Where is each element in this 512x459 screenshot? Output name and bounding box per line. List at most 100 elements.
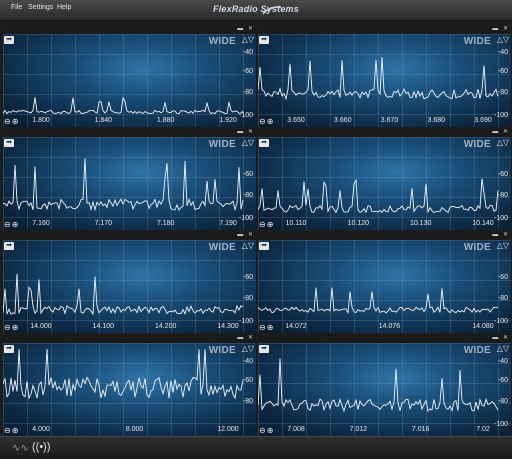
db-label: -60: [497, 274, 508, 281]
zoom-out-icon[interactable]: ⊖: [259, 426, 266, 435]
panadapter-panel-8[interactable]: ▬ ✕ ➡ WIDE △▽ ⊖⊕ -40 -60 -80 -100 7.008 7.012…: [258, 335, 511, 436]
freq-label: 14.300: [217, 323, 239, 330]
arrow-right-icon[interactable]: ➡: [259, 242, 269, 250]
freq-label: 1.840: [94, 117, 113, 124]
zoom-controls: ⊖⊕: [4, 426, 19, 435]
spectrum-display[interactable]: ➡ WIDE △▽ ⊖⊕ -60 -80 -100 7.160 7.170 7.180 7.…: [3, 137, 256, 230]
freq-label: 10.140: [472, 220, 494, 227]
minimize-icon[interactable]: ▬: [492, 232, 498, 238]
zoom-out-icon[interactable]: ⊖: [259, 323, 266, 332]
db-label: -100: [493, 112, 508, 119]
zoom-in-icon[interactable]: ⊕: [12, 426, 19, 435]
arrows-updown-icon[interactable]: △▽: [242, 139, 254, 147]
spectrum-line: [3, 273, 244, 316]
spectrum-display[interactable]: ➡ WIDE △▽ ⊖⊕ -60 -80 -100 14.072 14.076 14.08…: [258, 240, 511, 333]
panel-controls: ▬ ✕: [489, 232, 508, 239]
spectrum-display[interactable]: ➡ WIDE △▽ ⊖⊕ -60 -80 -100 10.110 10.120 10.13…: [258, 137, 511, 230]
zoom-controls: ⊖⊕: [259, 323, 274, 332]
zoom-in-icon[interactable]: ⊕: [12, 323, 19, 332]
db-label: -80: [242, 192, 253, 199]
spectrum-display[interactable]: ➡ WIDE △▽ ⊖⊕ -40 -60 -80 -100 7.008 7.012 7.01…: [258, 343, 511, 436]
zoom-out-icon[interactable]: ⊖: [259, 220, 266, 229]
freq-label: 3.660: [333, 117, 352, 124]
freq-label: 10.130: [409, 220, 432, 227]
minimize-icon[interactable]: ▬: [492, 26, 498, 32]
spectrum-line: [3, 348, 244, 400]
freq-label: 7.008: [287, 426, 305, 433]
minimize-icon[interactable]: ▬: [237, 232, 243, 238]
close-icon[interactable]: ✕: [503, 232, 508, 238]
minimize-icon[interactable]: ▬: [237, 129, 243, 135]
arrow-right-icon[interactable]: ➡: [4, 242, 14, 250]
arrows-updown-icon[interactable]: △▽: [497, 242, 509, 250]
close-icon[interactable]: ✕: [248, 232, 253, 238]
zoom-in-icon[interactable]: ⊕: [267, 117, 274, 126]
db-label: -60: [497, 171, 508, 178]
panadapter-panel-4[interactable]: ▬ ✕ ➡ WIDE △▽ ⊖⊕ -60 -80 -100 10.110 10.120 1…: [258, 129, 511, 230]
db-label: -80: [242, 89, 253, 96]
arrows-updown-icon[interactable]: △▽: [497, 345, 509, 353]
db-label: -80: [497, 89, 508, 96]
zoom-out-icon[interactable]: ⊖: [259, 117, 266, 126]
zoom-out-icon[interactable]: ⊖: [4, 220, 11, 229]
zoom-in-icon[interactable]: ⊕: [267, 323, 274, 332]
zoom-out-icon[interactable]: ⊖: [4, 323, 11, 332]
panadapter-panel-6[interactable]: ▬ ✕ ➡ WIDE △▽ ⊖⊕ -60 -80 -100 14.072 14.076 1…: [258, 232, 511, 333]
freq-label: 1.800: [32, 117, 50, 124]
zoom-in-icon[interactable]: ⊕: [12, 117, 19, 126]
arrows-updown-icon[interactable]: △▽: [242, 242, 254, 250]
freq-label: 3.670: [380, 117, 399, 124]
wide-label: WIDE: [463, 139, 491, 150]
spectrum-trace: [258, 178, 499, 214]
close-icon[interactable]: ✕: [248, 129, 253, 135]
wide-label: WIDE: [208, 242, 236, 253]
db-label: -40: [242, 358, 253, 365]
brand-logo: FlexRadio Systems: [213, 4, 299, 14]
arrows-updown-icon[interactable]: △▽: [497, 36, 509, 44]
close-icon[interactable]: ✕: [248, 335, 253, 341]
close-icon[interactable]: ✕: [503, 335, 508, 341]
arrow-right-icon[interactable]: ➡: [4, 139, 14, 147]
close-icon[interactable]: ✕: [248, 26, 253, 32]
panadapter-panel-7[interactable]: ▬ ✕ ➡ WIDE △▽ ⊖⊕ -40 -60 -80 4.000 8.000 12.0…: [3, 335, 256, 436]
zoom-in-icon[interactable]: ⊕: [267, 220, 274, 229]
zoom-in-icon[interactable]: ⊕: [267, 426, 274, 435]
minimize-icon[interactable]: ▬: [237, 335, 243, 341]
arrows-updown-icon[interactable]: △▽: [242, 36, 254, 44]
close-icon[interactable]: ✕: [503, 129, 508, 135]
arrow-right-icon[interactable]: ➡: [259, 36, 269, 44]
spectrum-display[interactable]: ➡ WIDE △▽ ⊖⊕ -40 -60 -80 4.000 8.000 12.000: [3, 343, 256, 436]
db-label: -80: [497, 192, 508, 199]
antenna-icon[interactable]: ((•)): [32, 441, 51, 453]
minimize-icon[interactable]: ▬: [492, 335, 498, 341]
zoom-out-icon[interactable]: ⊖: [4, 117, 11, 126]
panadapter-panel-2[interactable]: ▬ ✕ ➡ WIDE △▽ ⊖⊕ -40 -60 -80 -100 3.650 3.660…: [258, 26, 511, 127]
spectrum-line: [3, 158, 244, 212]
freq-label: 1.880: [156, 117, 175, 124]
wide-label: WIDE: [463, 242, 491, 253]
waveform-icon[interactable]: ∿∿: [12, 443, 29, 454]
panadapter-panel-5[interactable]: ▬ ✕ ➡ WIDE △▽ ⊖⊕ -60 -80 -100 14.000 14.100 1…: [3, 232, 256, 333]
spectrum-display[interactable]: ➡ WIDE △▽ ⊖⊕ -40 -60 -80 -100 3.650 3.660 3.67…: [258, 34, 511, 127]
db-label: -80: [242, 295, 253, 302]
spectrum-trace: [3, 158, 244, 212]
arrow-right-icon[interactable]: ➡: [4, 36, 14, 44]
freq-label: 12.000: [217, 426, 239, 433]
zoom-in-icon[interactable]: ⊕: [12, 220, 19, 229]
arrows-updown-icon[interactable]: △▽: [242, 345, 254, 353]
arrow-right-icon[interactable]: ➡: [259, 139, 269, 147]
spectrum-line: [258, 57, 499, 101]
arrow-right-icon[interactable]: ➡: [259, 345, 269, 353]
panadapter-panel-3[interactable]: ▬ ✕ ➡ WIDE △▽ ⊖⊕ -60 -80 -100 7.160 7.170 7.1…: [3, 129, 256, 230]
spectrum-display[interactable]: ➡ WIDE △▽ ⊖⊕ -60 -80 -100 14.000 14.100 14.20…: [3, 240, 256, 333]
panadapter-panel-1[interactable]: ▬ ✕ ➡ WIDE △▽ ⊖⊕ -40 -60 -80 -100 1.800 1.840…: [3, 26, 256, 127]
freq-label: 10.120: [347, 220, 370, 227]
minimize-icon[interactable]: ▬: [237, 26, 243, 32]
spectrum-trace: [258, 358, 499, 413]
zoom-out-icon[interactable]: ⊖: [4, 426, 11, 435]
minimize-icon[interactable]: ▬: [492, 129, 498, 135]
arrows-updown-icon[interactable]: △▽: [497, 139, 509, 147]
arrow-right-icon[interactable]: ➡: [4, 345, 14, 353]
close-icon[interactable]: ✕: [503, 26, 508, 32]
spectrum-display[interactable]: ➡ WIDE △▽ ⊖⊕ -40 -60 -80 -100 1.800 1.840 1.88…: [3, 34, 256, 127]
